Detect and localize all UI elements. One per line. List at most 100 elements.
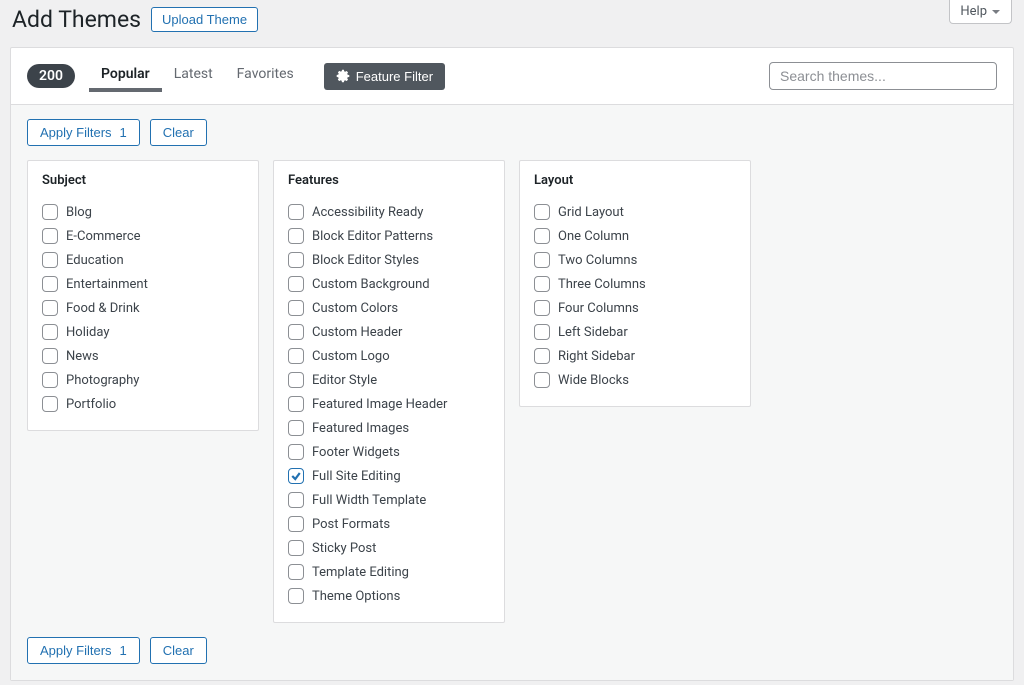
filter-checkbox-row[interactable]: Post Formats — [288, 512, 490, 536]
filter-checkbox-row[interactable]: Right Sidebar — [534, 344, 736, 368]
checkbox[interactable] — [288, 204, 304, 220]
filter-checkbox-row[interactable]: Two Columns — [534, 248, 736, 272]
checkbox[interactable] — [288, 588, 304, 604]
filter-checkbox-row[interactable]: Left Sidebar — [534, 320, 736, 344]
checkbox-label: Education — [66, 253, 124, 268]
filter-checkbox-row[interactable]: Custom Background — [288, 272, 490, 296]
apply-filters-button[interactable]: Apply Filters 1 — [27, 119, 140, 146]
checkbox[interactable] — [42, 204, 58, 220]
checkbox-checked[interactable] — [288, 468, 304, 484]
checkbox[interactable] — [42, 276, 58, 292]
checkbox[interactable] — [288, 252, 304, 268]
checkbox[interactable] — [288, 420, 304, 436]
checkbox[interactable] — [288, 540, 304, 556]
filter-column-layout: Layout Grid LayoutOne ColumnTwo ColumnsT… — [519, 160, 751, 407]
search-wrap — [769, 62, 997, 90]
clear-filters-button[interactable]: Clear — [150, 119, 207, 146]
tab-popular[interactable]: Popular — [89, 60, 162, 92]
checkbox[interactable] — [42, 252, 58, 268]
checkbox-label: Featured Images — [312, 421, 409, 436]
filter-column-features: Features Accessibility ReadyBlock Editor… — [273, 160, 505, 623]
checkbox[interactable] — [288, 516, 304, 532]
filter-columns: Subject BlogE-CommerceEducationEntertain… — [27, 160, 997, 623]
filter-checkbox-row[interactable]: Grid Layout — [534, 200, 736, 224]
filter-checkbox-row[interactable]: Editor Style — [288, 368, 490, 392]
filter-checkbox-row[interactable]: Custom Logo — [288, 344, 490, 368]
feature-filter-body: Apply Filters 1 Clear Subject BlogE-Comm… — [11, 105, 1013, 680]
checkbox-label: Full Width Template — [312, 493, 426, 508]
filter-checkbox-row[interactable]: Full Width Template — [288, 488, 490, 512]
checkbox[interactable] — [534, 324, 550, 340]
filter-checkbox-row[interactable]: Three Columns — [534, 272, 736, 296]
upload-theme-button[interactable]: Upload Theme — [151, 7, 258, 32]
filter-checkbox-row[interactable]: Accessibility Ready — [288, 200, 490, 224]
checkbox[interactable] — [42, 396, 58, 412]
filter-checkbox-row[interactable]: E-Commerce — [42, 224, 244, 248]
checkbox[interactable] — [42, 324, 58, 340]
filter-checkbox-row[interactable]: Full Site Editing — [288, 464, 490, 488]
checkbox[interactable] — [288, 300, 304, 316]
filter-checkbox-row[interactable]: Entertainment — [42, 272, 244, 296]
checkbox[interactable] — [288, 324, 304, 340]
feature-filter-label: Feature Filter — [356, 69, 433, 84]
checkbox[interactable] — [534, 276, 550, 292]
checkbox[interactable] — [534, 228, 550, 244]
checkbox[interactable] — [534, 252, 550, 268]
filter-checkbox-row[interactable]: Photography — [42, 368, 244, 392]
filter-checkbox-row[interactable]: Holiday — [42, 320, 244, 344]
filter-checkbox-row[interactable]: Education — [42, 248, 244, 272]
checkbox-label: Theme Options — [312, 589, 400, 604]
filter-checkbox-row[interactable]: Four Columns — [534, 296, 736, 320]
filter-checkbox-row[interactable]: Blog — [42, 200, 244, 224]
checkbox-label: Custom Colors — [312, 301, 398, 316]
checkbox[interactable] — [534, 300, 550, 316]
checkbox[interactable] — [288, 276, 304, 292]
filter-checkbox-row[interactable]: Template Editing — [288, 560, 490, 584]
checkbox[interactable] — [42, 228, 58, 244]
filter-tabs: Popular Latest Favorites — [89, 60, 306, 92]
filter-checkbox-row[interactable]: Wide Blocks — [534, 368, 736, 392]
filter-checkbox-row[interactable]: Portfolio — [42, 392, 244, 416]
checkbox[interactable] — [42, 372, 58, 388]
filter-checkbox-row[interactable]: Custom Header — [288, 320, 490, 344]
checkbox[interactable] — [534, 204, 550, 220]
filter-checkbox-row[interactable]: Sticky Post — [288, 536, 490, 560]
filter-checkbox-row[interactable]: One Column — [534, 224, 736, 248]
filter-checkbox-row[interactable]: Featured Image Header — [288, 392, 490, 416]
feature-filter-button[interactable]: Feature Filter — [324, 63, 445, 90]
checkbox[interactable] — [534, 348, 550, 364]
apply-filters-button-bottom[interactable]: Apply Filters 1 — [27, 637, 140, 664]
checkbox[interactable] — [42, 348, 58, 364]
filter-checkbox-row[interactable]: Block Editor Styles — [288, 248, 490, 272]
clear-filters-button-bottom[interactable]: Clear — [150, 637, 207, 664]
themes-panel: 200 Popular Latest Favorites Feature Fil… — [10, 47, 1014, 681]
checkbox[interactable] — [288, 228, 304, 244]
page-title: Add Themes — [12, 6, 141, 33]
checkbox[interactable] — [288, 348, 304, 364]
filter-checkbox-row[interactable]: News — [42, 344, 244, 368]
filter-checkbox-row[interactable]: Footer Widgets — [288, 440, 490, 464]
apply-filters-label: Apply Filters — [40, 125, 112, 140]
checkbox[interactable] — [288, 396, 304, 412]
filter-checkbox-row[interactable]: Featured Images — [288, 416, 490, 440]
filter-checkbox-row[interactable]: Block Editor Patterns — [288, 224, 490, 248]
filter-checkbox-row[interactable]: Custom Colors — [288, 296, 490, 320]
checkbox-label: Holiday — [66, 325, 109, 340]
checkbox-label: Photography — [66, 373, 139, 388]
checkbox[interactable] — [42, 300, 58, 316]
search-input[interactable] — [769, 62, 997, 90]
checkbox-label: Custom Background — [312, 277, 430, 292]
checkbox[interactable] — [288, 492, 304, 508]
checkbox[interactable] — [288, 372, 304, 388]
checkbox[interactable] — [534, 372, 550, 388]
tab-favorites[interactable]: Favorites — [225, 60, 306, 92]
checkbox-label: Block Editor Patterns — [312, 229, 433, 244]
checkbox-label: Left Sidebar — [558, 325, 628, 340]
checkbox-label: Food & Drink — [66, 301, 140, 316]
tab-latest[interactable]: Latest — [162, 60, 225, 92]
filter-checkbox-row[interactable]: Theme Options — [288, 584, 490, 608]
help-dropdown[interactable]: Help — [949, 0, 1012, 24]
checkbox[interactable] — [288, 564, 304, 580]
filter-checkbox-row[interactable]: Food & Drink — [42, 296, 244, 320]
checkbox[interactable] — [288, 444, 304, 460]
